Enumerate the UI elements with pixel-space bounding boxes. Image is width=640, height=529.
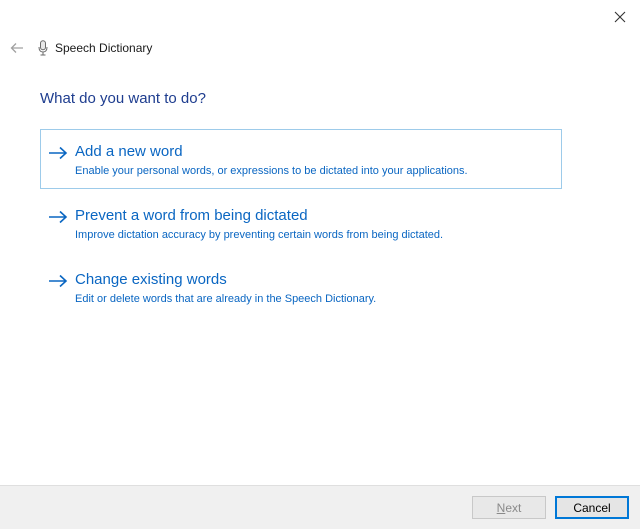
- option-title: Change existing words: [75, 271, 227, 288]
- window-title: Speech Dictionary: [55, 41, 153, 55]
- cancel-button[interactable]: Cancel: [555, 496, 629, 519]
- right-arrow-icon: [47, 272, 69, 290]
- right-arrow-icon: [47, 144, 69, 162]
- option-description: Improve dictation accuracy by preventing…: [75, 229, 444, 241]
- option-title: Prevent a word from being dictated: [75, 207, 308, 224]
- back-button[interactable]: [6, 37, 28, 59]
- right-arrow-icon: [47, 208, 69, 226]
- next-button-label: Next: [496, 500, 522, 515]
- option-add-new-word[interactable]: Add a new word Enable your personal word…: [40, 129, 562, 189]
- option-title: Add a new word: [75, 143, 183, 160]
- header: Speech Dictionary: [6, 36, 152, 60]
- option-prevent-word[interactable]: Prevent a word from being dictated Impro…: [40, 193, 562, 253]
- page-heading: What do you want to do?: [40, 90, 206, 107]
- next-button[interactable]: Next: [472, 496, 546, 519]
- close-icon: [614, 11, 626, 23]
- close-button[interactable]: [602, 2, 638, 32]
- option-description: Enable your personal words, or expressio…: [75, 165, 468, 177]
- option-change-existing-words[interactable]: Change existing words Edit or delete wor…: [40, 257, 562, 317]
- back-arrow-icon: [10, 43, 23, 53]
- footer-bar: Next Cancel: [0, 485, 640, 529]
- cancel-button-label: Cancel: [573, 500, 611, 515]
- microphone-icon: [36, 39, 50, 57]
- options-list: Add a new word Enable your personal word…: [40, 129, 562, 321]
- option-description: Edit or delete words that are already in…: [75, 293, 377, 305]
